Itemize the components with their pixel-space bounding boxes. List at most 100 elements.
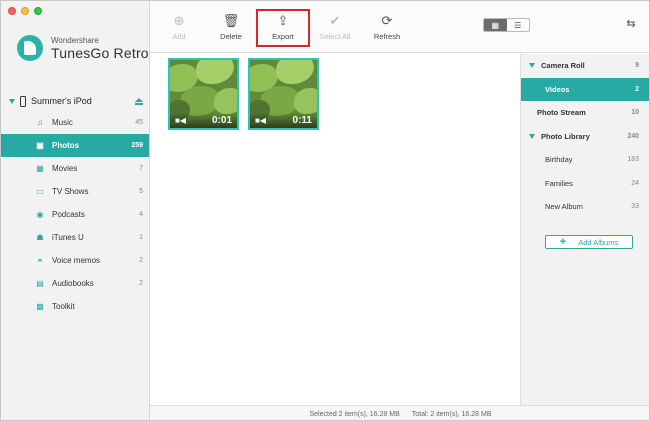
expand-triangle-icon[interactable] — [529, 133, 535, 139]
trash-icon: 🗑 — [222, 13, 240, 28]
album-label: Camera Roll — [541, 61, 585, 71]
sidebar-item-tv-shows[interactable]: ▭ TV Shows 5 — [1, 180, 149, 203]
sidebar-item-audiobooks[interactable]: ▤ Audiobooks 2 — [1, 272, 149, 295]
video-camera-icon: ■◀ — [255, 116, 266, 125]
view-toggle: ▦ ☰ — [483, 18, 530, 32]
thumbnail-overlay: ■◀ 0:11 — [250, 113, 317, 128]
sidebar-item-label: TV Shows — [52, 187, 89, 196]
sidebar-item-voice-memos[interactable]: ⚭ Voice memos 2 — [1, 249, 149, 272]
close-window-button[interactable] — [8, 7, 16, 15]
add-albums-button[interactable]: + Add Albums — [545, 235, 633, 249]
sidebar-item-count: 1 — [139, 234, 143, 241]
sidebar-item-label: Movies — [52, 164, 78, 173]
movies-icon: ▦ — [36, 163, 44, 173]
refresh-button[interactable]: ⟳ Refresh — [362, 13, 412, 41]
eject-icon[interactable] — [135, 97, 143, 105]
album-birthday[interactable]: Birthday 183 — [521, 148, 649, 172]
tv-icon: ▭ — [36, 186, 44, 196]
brand-company: Wondershare — [51, 35, 99, 45]
export-highlight-box — [256, 9, 310, 47]
sidebar-item-label: Music — [52, 118, 73, 127]
brand-product: TunesGo Retro — [51, 44, 149, 61]
sidebar-item-label: iTunes U — [52, 233, 84, 242]
delete-label: Delete — [220, 32, 242, 41]
album-camera-roll[interactable]: Camera Roll 9 — [521, 54, 649, 78]
album-new-album[interactable]: New Album 33 — [521, 195, 649, 219]
expand-triangle-icon[interactable] — [529, 63, 535, 69]
sidebar-item-count: 259 — [131, 142, 143, 149]
album-label: Photo Library — [541, 131, 590, 141]
add-label: Add — [172, 32, 186, 41]
sidebar-item-count: 5 — [139, 188, 143, 195]
expand-triangle-icon[interactable] — [9, 98, 15, 104]
video-duration: 0:11 — [292, 115, 312, 126]
grid-view-button[interactable]: ▦ — [484, 19, 507, 31]
add-albums-label: Add Albums — [578, 237, 619, 247]
video-duration: 0:01 — [211, 115, 232, 126]
photos-icon: ▣ — [36, 140, 44, 150]
sidebar-item-count: 7 — [139, 165, 143, 172]
refresh-icon: ⟳ — [381, 13, 393, 28]
album-count: 24 — [631, 179, 639, 187]
add-icon: ⊕ — [173, 13, 185, 28]
album-count: 2 — [635, 85, 639, 93]
grid-icon: ▦ — [491, 20, 500, 30]
album-label: Birthday — [545, 155, 573, 165]
sidebar-item-movies[interactable]: ▦ Movies 7 — [1, 157, 149, 180]
podcast-icon: ◉ — [36, 209, 44, 219]
add-button[interactable]: ⊕ Add — [154, 13, 204, 41]
album-photo-stream[interactable]: Photo Stream 10 — [521, 101, 649, 125]
sidebar-item-count: 4 — [139, 211, 143, 218]
media-grid: ■◀ 0:01 ■◀ 0:11 — [150, 54, 520, 405]
minimize-window-button[interactable] — [21, 7, 29, 15]
device-name: Summer's iPod — [31, 96, 92, 106]
sidebar-item-label: Audiobooks — [52, 279, 94, 288]
sidebar-item-label: Toolkit — [52, 302, 75, 311]
album-label: New Album — [545, 202, 583, 212]
itunes-u-icon: ☗ — [36, 232, 44, 242]
sidebar-item-label: Podcasts — [52, 210, 85, 219]
video-thumbnail[interactable]: ■◀ 0:11 — [248, 58, 319, 130]
album-label: Videos — [545, 84, 570, 94]
video-thumbnail[interactable]: ■◀ 0:01 — [168, 58, 239, 130]
album-videos[interactable]: Videos 2 — [521, 77, 649, 101]
refresh-label: Refresh — [373, 32, 401, 41]
sidebar-item-toolkit[interactable]: ▩ Toolkit — [1, 295, 149, 318]
album-count: 9 — [635, 62, 639, 70]
select-all-label: Select All — [319, 32, 351, 41]
sidebar-item-count: 2 — [139, 257, 143, 264]
album-count: 183 — [627, 156, 639, 164]
list-view-button[interactable]: ☰ — [507, 19, 530, 31]
zoom-window-button[interactable] — [34, 7, 42, 15]
select-all-button[interactable]: ✔ Select All — [310, 13, 360, 41]
device-switch-button[interactable]: ⇆ — [624, 17, 638, 31]
sidebar-item-label: Voice memos — [52, 256, 101, 265]
sidebar-item-photos[interactable]: ▣ Photos 259 — [1, 134, 149, 157]
tunesgo-logo-icon — [17, 35, 43, 61]
album-count: 240 — [627, 132, 639, 140]
status-bar: Selected 2 item(s), 16.28 MB Total: 2 it… — [150, 405, 649, 420]
toolbar: ⊕ Add 🗑 Delete ⇪ Export ✔ Select All ⟳ R… — [150, 1, 649, 53]
sidebar: Wondershare TunesGo Retro Summer's iPod … — [1, 1, 150, 420]
sidebar-item-music[interactable]: ♫ Music 45 — [1, 111, 149, 134]
audiobook-icon: ▤ — [36, 278, 44, 288]
album-panel: Camera Roll 9 Videos 2 Photo Stream 10 P… — [520, 54, 649, 405]
status-selected: Selected 2 item(s), 16.28 MB — [309, 410, 400, 418]
window-controls — [8, 7, 42, 15]
thumbnail-overlay: ■◀ 0:01 — [170, 113, 237, 128]
album-count: 33 — [631, 203, 639, 211]
device-header[interactable]: Summer's iPod — [9, 93, 143, 109]
video-camera-icon: ■◀ — [175, 116, 186, 125]
sidebar-item-label: Photos — [52, 141, 80, 150]
status-total: Total: 2 item(s), 16.28 MB — [411, 410, 492, 418]
album-families[interactable]: Families 24 — [521, 172, 649, 196]
plus-icon: + — [559, 235, 567, 248]
sidebar-item-count: 45 — [135, 119, 143, 126]
album-count: 10 — [631, 109, 639, 117]
sidebar-item-podcasts[interactable]: ◉ Podcasts 4 — [1, 203, 149, 226]
delete-button[interactable]: 🗑 Delete — [206, 13, 256, 41]
voicemail-icon: ⚭ — [36, 255, 44, 265]
sidebar-item-itunes-u[interactable]: ☗ iTunes U 1 — [1, 226, 149, 249]
album-label: Families — [545, 178, 573, 188]
album-photo-library[interactable]: Photo Library 240 — [521, 125, 649, 149]
